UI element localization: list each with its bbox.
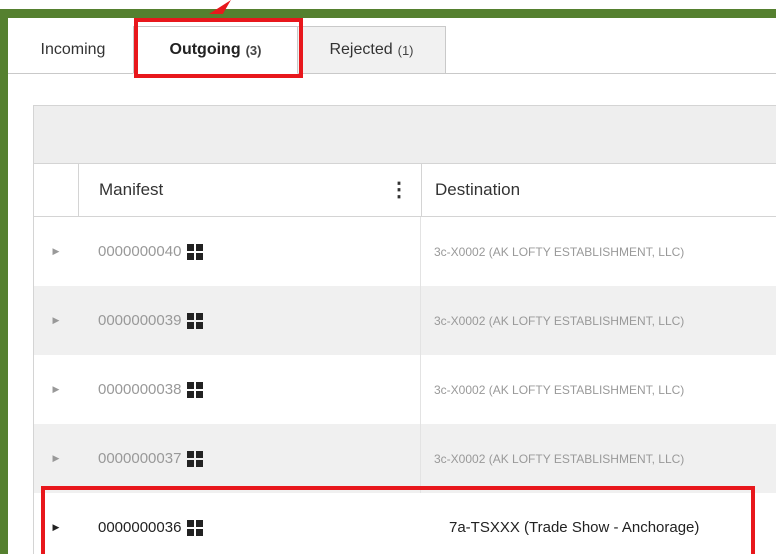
tab-bar: Incoming Outgoing (3) Rejected (1): [8, 18, 776, 74]
caret-right-icon[interactable]: ▶: [53, 453, 60, 464]
manifest-number: 0000000039: [98, 312, 182, 329]
destination-column-header[interactable]: Destination: [422, 164, 776, 216]
manifest-number: 0000000036: [98, 519, 182, 536]
row-expander[interactable]: ▶: [34, 355, 78, 424]
manifest-column-header[interactable]: Manifest ⋮: [79, 164, 422, 216]
destination-text: 3c-X0002 (AK LOFTY ESTABLISHMENT, LLC): [434, 313, 685, 328]
caret-right-icon[interactable]: ▶: [53, 315, 60, 326]
table-row[interactable]: ▶ 0000000036 7a-TSXXX (Trade Show - Anch…: [34, 493, 776, 554]
tab-label: Rejected: [329, 41, 393, 58]
row-expander[interactable]: ▶: [34, 217, 78, 286]
manifest-grid: Manifest ⋮ Destination ▶ 0000000040 3c-X…: [33, 105, 776, 554]
column-menu-icon[interactable]: ⋮: [389, 180, 409, 200]
row-expander[interactable]: ▶: [34, 286, 78, 355]
row-expander[interactable]: ▶: [34, 493, 78, 554]
destination-cell: 3c-X0002 (AK LOFTY ESTABLISHMENT, LLC): [421, 286, 776, 355]
caret-right-icon[interactable]: ▶: [53, 246, 60, 257]
grid-view-icon[interactable]: [187, 519, 204, 536]
tab-count: (3): [245, 42, 262, 58]
grid-view-icon[interactable]: [187, 243, 204, 260]
manifest-cell: 0000000037: [78, 424, 421, 493]
manifest-number: 0000000038: [98, 381, 182, 398]
manifest-number: 0000000037: [98, 450, 182, 467]
destination-cell: 3c-X0002 (AK LOFTY ESTABLISHMENT, LLC): [421, 424, 776, 493]
table-row[interactable]: ▶ 0000000037 3c-X0002 (AK LOFTY ESTABLIS…: [34, 424, 776, 493]
caret-right-icon[interactable]: ▶: [53, 384, 60, 395]
table-row[interactable]: ▶ 0000000038 3c-X0002 (AK LOFTY ESTABLIS…: [34, 355, 776, 424]
manifest-number: 0000000040: [98, 243, 182, 260]
caret-right-icon[interactable]: ▶: [53, 522, 60, 533]
grid-view-icon[interactable]: [187, 312, 204, 329]
grid-toolbar: [34, 106, 776, 164]
grid-view-icon[interactable]: [187, 381, 204, 398]
destination-cell: 3c-X0002 (AK LOFTY ESTABLISHMENT, LLC): [421, 355, 776, 424]
manifest-cell: 0000000036: [78, 493, 421, 554]
tab-incoming[interactable]: Incoming: [18, 26, 128, 73]
destination-text: 3c-X0002 (AK LOFTY ESTABLISHMENT, LLC): [434, 382, 685, 397]
destination-cell: 3c-X0002 (AK LOFTY ESTABLISHMENT, LLC): [421, 217, 776, 286]
grid-view-icon[interactable]: [187, 450, 204, 467]
destination-text: 3c-X0002 (AK LOFTY ESTABLISHMENT, LLC): [434, 451, 685, 466]
manifest-cell: 0000000038: [78, 355, 421, 424]
expander-header: [34, 164, 79, 216]
row-expander[interactable]: ▶: [34, 424, 78, 493]
manifest-panel: Incoming Outgoing (3) Rejected (1) Manif…: [8, 18, 776, 554]
grid-header: Manifest ⋮ Destination: [34, 164, 776, 217]
destination-text: 7a-TSXXX (Trade Show - Anchorage): [449, 519, 700, 536]
table-row[interactable]: ▶ 0000000040 3c-X0002 (AK LOFTY ESTABLIS…: [34, 217, 776, 286]
tab-outgoing[interactable]: Outgoing (3): [133, 26, 298, 74]
manifest-cell: 0000000040: [78, 217, 421, 286]
destination-cell: 7a-TSXXX (Trade Show - Anchorage): [421, 493, 776, 554]
column-title: Destination: [435, 180, 521, 199]
column-title: Manifest: [99, 180, 164, 199]
tab-count: (1): [397, 42, 414, 58]
screenshot-frame: Incoming Outgoing (3) Rejected (1) Manif…: [0, 9, 776, 554]
tab-rejected[interactable]: Rejected (1): [298, 26, 446, 73]
destination-text: 3c-X0002 (AK LOFTY ESTABLISHMENT, LLC): [434, 244, 685, 259]
tab-label: Outgoing: [169, 41, 241, 58]
tab-label: Incoming: [40, 40, 106, 58]
table-row[interactable]: ▶ 0000000039 3c-X0002 (AK LOFTY ESTABLIS…: [34, 286, 776, 355]
manifest-cell: 0000000039: [78, 286, 421, 355]
